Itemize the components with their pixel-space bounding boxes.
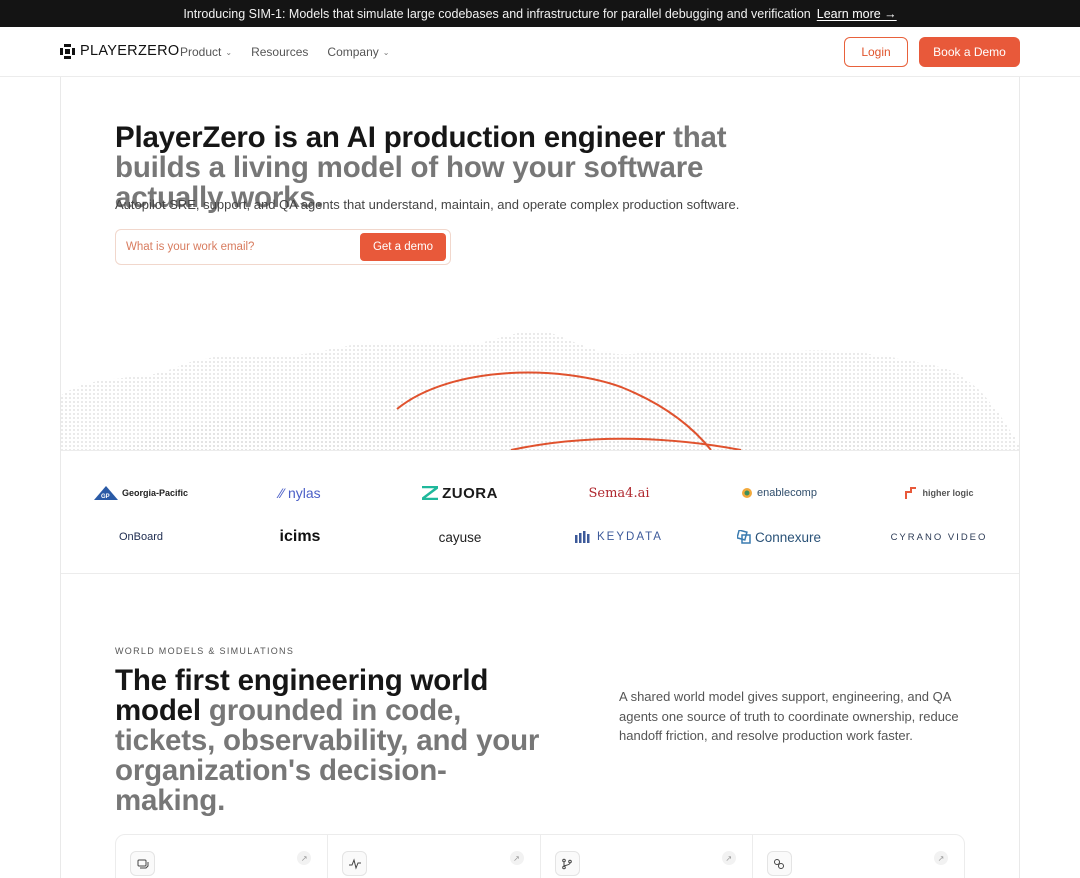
- book-demo-button[interactable]: Book a Demo: [919, 37, 1020, 67]
- feature-card[interactable]: ↗: [116, 835, 329, 878]
- arrow-up-right-icon: ↗: [721, 851, 736, 865]
- announcement-text: Introducing SIM-1: Models that simulate …: [183, 6, 811, 21]
- nylas-mark-icon: ⁄⁄: [279, 485, 284, 501]
- announcement-bar: Introducing SIM-1: Models that simulate …: [0, 0, 1080, 27]
- georgia-pacific-mark-icon: GP: [93, 486, 118, 500]
- svg-text:GP: GP: [101, 494, 110, 500]
- arrow-up-right-icon: ↗: [934, 851, 948, 865]
- learn-more-link[interactable]: Learn more →: [817, 7, 897, 21]
- nav-resources-label: Resources: [251, 45, 309, 59]
- logo-text: KEYDATA: [597, 531, 663, 543]
- logo-sema4: Sema4.ai: [539, 483, 699, 503]
- connexure-mark-icon: [736, 530, 751, 544]
- nav-resources[interactable]: Resources: [251, 45, 308, 59]
- logo-enablecomp: enablecomp: [699, 483, 859, 503]
- customer-logos: GP Georgia-Pacific ⁄⁄ nylas ZUORA Sema4.…: [61, 450, 1019, 574]
- brand-logo[interactable]: PLAYERZERO: [60, 43, 179, 59]
- hero-title-dark: PlayerZero is an AI production engineer: [115, 121, 666, 154]
- logo-text: OnBoard: [118, 531, 164, 543]
- chat-icon: [130, 851, 155, 876]
- higher-logic-mark-icon: [905, 487, 917, 499]
- nav-product[interactable]: Product ⌄: [180, 45, 232, 59]
- feature-cards: ↗ ↗ ↗ ↗: [115, 834, 965, 878]
- email-signup-form: Get a demo: [115, 229, 451, 265]
- playerzero-logo-icon: [60, 43, 75, 59]
- arrow-up-right-icon: ↗: [509, 851, 524, 865]
- logo-connexure: Connexure: [699, 527, 859, 547]
- nav-links: Product ⌄ Resources Company ⌄: [180, 45, 389, 59]
- enablecomp-mark-icon: [742, 488, 753, 498]
- feature-card[interactable]: ↗: [753, 835, 964, 878]
- activity-icon: [342, 851, 368, 876]
- link-icon: [766, 851, 792, 876]
- nav-company[interactable]: Company ⌄: [327, 45, 389, 59]
- logo-text: CYRANO VIDEO: [890, 531, 988, 543]
- logo-higher-logic: higher logic: [859, 483, 1019, 503]
- section-eyebrow: WORLD MODELS & SIMULATIONS: [115, 646, 295, 656]
- keydata-bars-icon: [575, 531, 590, 543]
- get-demo-button[interactable]: Get a demo: [360, 233, 446, 261]
- logo-georgia-pacific: GP Georgia-Pacific: [61, 483, 221, 503]
- frame-border-right: [1019, 77, 1020, 878]
- top-nav: PLAYERZERO Product ⌄ Resources Company ⌄…: [0, 27, 1080, 77]
- feature-card[interactable]: ↗: [328, 835, 541, 878]
- logo-text: higher logic: [922, 488, 974, 498]
- logo-nylas: ⁄⁄ nylas: [220, 483, 380, 503]
- logo-icims: icims: [220, 527, 380, 547]
- section-description: A shared world model gives support, engi…: [619, 689, 959, 743]
- work-email-input[interactable]: [126, 238, 346, 256]
- nav-product-label: Product: [180, 45, 222, 59]
- nav-company-label: Company: [327, 45, 379, 59]
- logo-onboard: OnBoard: [61, 527, 221, 547]
- logo-cyrano-video: CYRANO VIDEO: [859, 527, 1019, 547]
- arrow-up-right-icon: ↗: [297, 851, 312, 865]
- logo-text: cayuse: [438, 529, 482, 545]
- feature-card[interactable]: ↗: [541, 835, 753, 878]
- terrain-illustration: [61, 330, 1019, 450]
- logo-zuora: ZUORA: [380, 483, 540, 503]
- section-title: The first engineering world model ground…: [115, 666, 555, 816]
- hero-subtitle: Autopilot SRE, support, and QA agents th…: [115, 197, 740, 212]
- logo-text: ZUORA: [442, 484, 498, 502]
- logo-text: Sema4.ai: [588, 485, 650, 501]
- chevron-down-icon: ⌄: [225, 47, 233, 57]
- brand-name: PLAYERZERO: [80, 43, 180, 59]
- logo-text: nylas: [288, 485, 321, 501]
- login-button[interactable]: Login: [844, 37, 908, 67]
- logo-text: Connexure: [754, 529, 822, 545]
- chevron-down-icon: ⌄: [382, 47, 390, 57]
- logo-text: enablecomp: [757, 487, 817, 499]
- logo-text: Georgia-Pacific: [121, 488, 189, 498]
- logo-cayuse: cayuse: [380, 527, 540, 547]
- logo-keydata: KEYDATA: [539, 527, 699, 547]
- zuora-mark-icon: [422, 486, 439, 500]
- logo-text: icims: [279, 528, 321, 545]
- branch-icon: [554, 851, 580, 876]
